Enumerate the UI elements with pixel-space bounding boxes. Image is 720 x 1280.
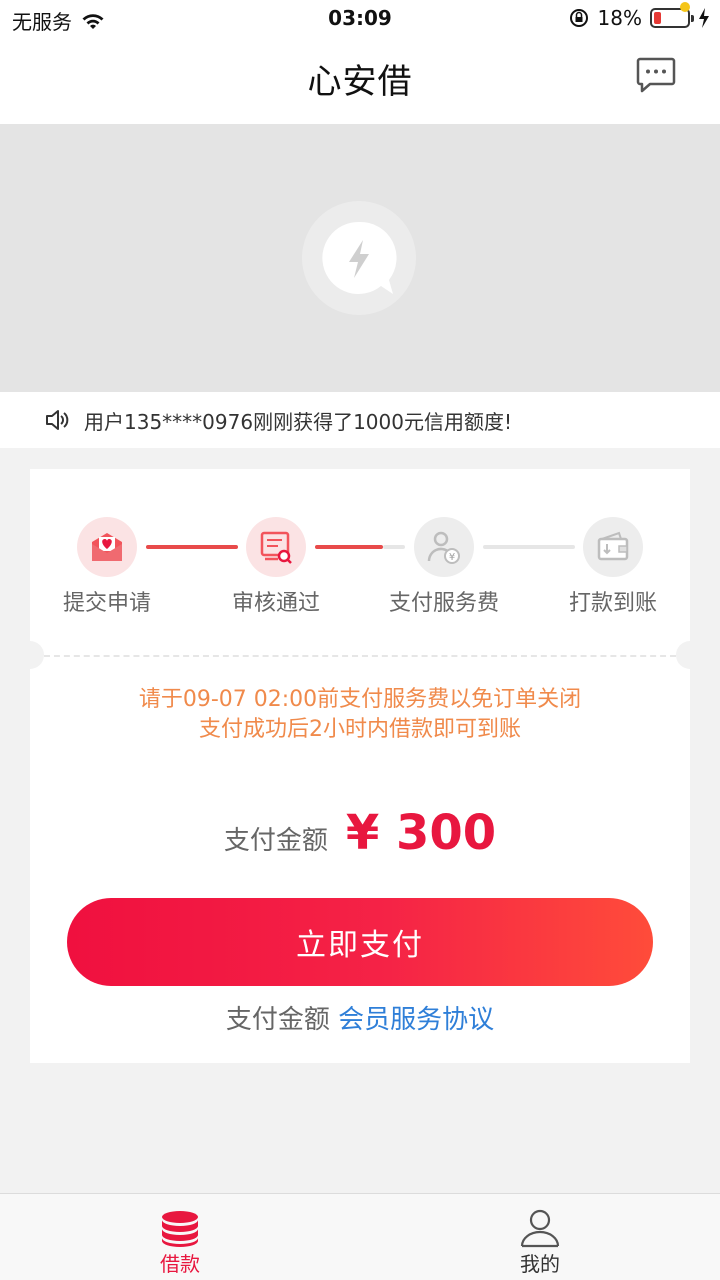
step-2 xyxy=(246,517,306,577)
envelope-heart-icon xyxy=(92,533,122,561)
step-1-label: 提交申请 xyxy=(62,591,151,616)
battery-percent: 18% xyxy=(597,6,642,30)
nav-bar: 心安借 xyxy=(0,36,720,124)
tab-bar: 借款 我的 xyxy=(0,1193,720,1280)
step-line-2-rest xyxy=(383,545,405,549)
charging-bolt-icon xyxy=(699,8,709,28)
user-icon xyxy=(520,1209,560,1248)
rotation-lock-icon xyxy=(569,9,588,27)
step-3-label: 支付服务费 xyxy=(388,591,499,616)
step-4-label: 打款到账 xyxy=(568,591,657,616)
speaker-icon xyxy=(46,410,69,430)
notice-bar: 用户135****0976刚刚获得了1000元信用额度! xyxy=(0,392,720,448)
amount-row: 支付金额 ¥ 300 xyxy=(30,805,690,861)
tab-mine-label: 我的 xyxy=(520,1252,560,1276)
deadline-line-2: 支付成功后2小时内借款即可到账 xyxy=(199,717,521,742)
svg-text:¥: ¥ xyxy=(449,552,455,563)
step-line-2 xyxy=(315,545,383,549)
step-line-3 xyxy=(483,545,575,549)
member-agreement-link[interactable]: 会员服务协议 xyxy=(338,1005,494,1035)
user-yen-icon: ¥ xyxy=(427,531,460,564)
tab-loan[interactable]: 借款 xyxy=(0,1194,360,1280)
document-search-icon xyxy=(260,531,292,564)
banner[interactable] xyxy=(0,124,720,392)
order-card: 提交申请 审核通过 ¥ 支付服务费 打款到账 请于09-07 02:00前支付服… xyxy=(16,469,704,1063)
agreement-row: 支付金额 会员服务协议 xyxy=(30,999,690,1036)
wallet-icon xyxy=(597,531,629,561)
amount-value: ¥ 300 xyxy=(345,805,497,861)
status-right: 18% xyxy=(568,2,710,30)
notch-left xyxy=(16,641,44,669)
step-1 xyxy=(77,517,137,577)
payment-deadline-notice: 请于09-07 02:00前支付服务费以免订单关闭 支付成功后2小时内借款即可到… xyxy=(30,685,690,745)
progress-steps: 提交申请 审核通过 ¥ 支付服务费 打款到账 xyxy=(30,469,690,649)
dashed-divider xyxy=(44,655,676,657)
app-logo-icon xyxy=(302,201,416,315)
step-4 xyxy=(583,517,643,577)
step-line-1 xyxy=(146,545,238,549)
notch-right xyxy=(676,641,704,669)
step-2-label: 审核通过 xyxy=(231,591,320,616)
coin-stack-icon xyxy=(162,1211,198,1247)
amount-label: 支付金额 xyxy=(223,826,328,856)
chat-bubble-icon[interactable] xyxy=(636,56,676,94)
notice-text: 用户135****0976刚刚获得了1000元信用额度! xyxy=(84,409,512,434)
tab-mine[interactable]: 我的 xyxy=(360,1194,720,1280)
page-title: 心安借 xyxy=(307,62,413,102)
status-bar: 无服务 03:09 18% xyxy=(0,0,720,36)
tab-loan-label: 借款 xyxy=(160,1252,200,1276)
pay-now-button[interactable]: 立即支付 xyxy=(67,898,653,986)
agreement-prefix: 支付金额 xyxy=(225,1005,330,1035)
deadline-line-1: 请于09-07 02:00前支付服务费以免订单关闭 xyxy=(138,687,582,712)
battery-icon xyxy=(650,2,694,28)
step-3: ¥ xyxy=(414,517,474,577)
